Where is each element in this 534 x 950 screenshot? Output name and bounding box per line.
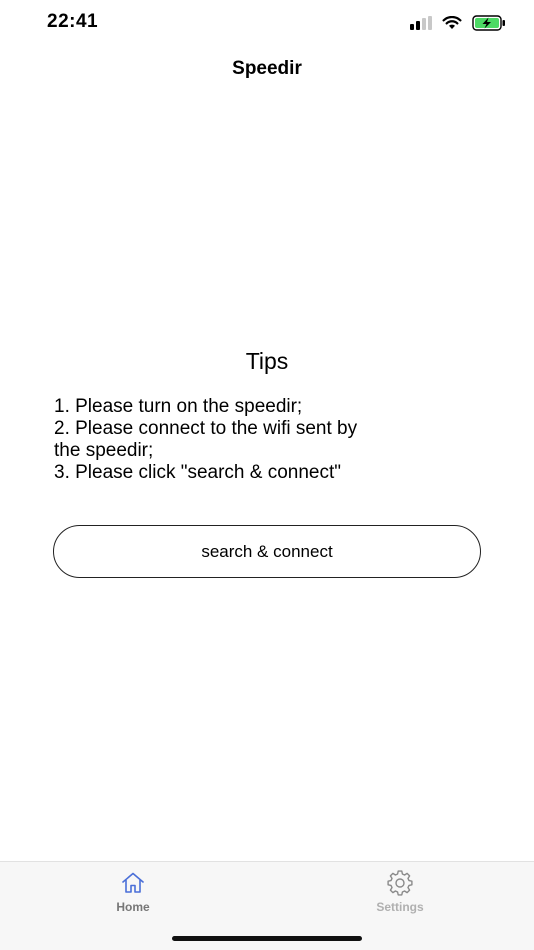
home-icon bbox=[122, 872, 144, 893]
home-indicator bbox=[172, 936, 362, 941]
app-screen: 22:41 Speedir Tips 1. Please turn on the… bbox=[0, 0, 534, 950]
tips-list: 1. Please turn on the speedir; 2. Please… bbox=[54, 396, 434, 484]
tips-line: 3. Please click "search & connect" bbox=[54, 462, 342, 483]
cellular-signal-icon bbox=[410, 16, 432, 30]
battery-charging-icon bbox=[472, 15, 505, 31]
tips-line: the speedir; bbox=[54, 440, 154, 461]
tips-heading: Tips bbox=[245, 348, 289, 374]
wifi-icon bbox=[442, 16, 462, 29]
status-time: 22:41 bbox=[47, 11, 99, 32]
search-connect-button[interactable]: search & connect bbox=[53, 525, 481, 578]
tab-home[interactable]: Home bbox=[73, 870, 193, 914]
gear-icon bbox=[387, 870, 413, 896]
page-title: Speedir bbox=[232, 58, 302, 79]
tab-settings[interactable]: Settings bbox=[340, 870, 460, 914]
tips-line: 2. Please connect to the wifi sent by bbox=[54, 418, 358, 439]
status-bar: 22:41 bbox=[0, 0, 534, 48]
status-icons bbox=[410, 15, 506, 31]
tab-label: Home bbox=[116, 900, 150, 914]
tips-line: 1. Please turn on the speedir; bbox=[54, 396, 303, 417]
tab-label: Settings bbox=[376, 900, 424, 914]
